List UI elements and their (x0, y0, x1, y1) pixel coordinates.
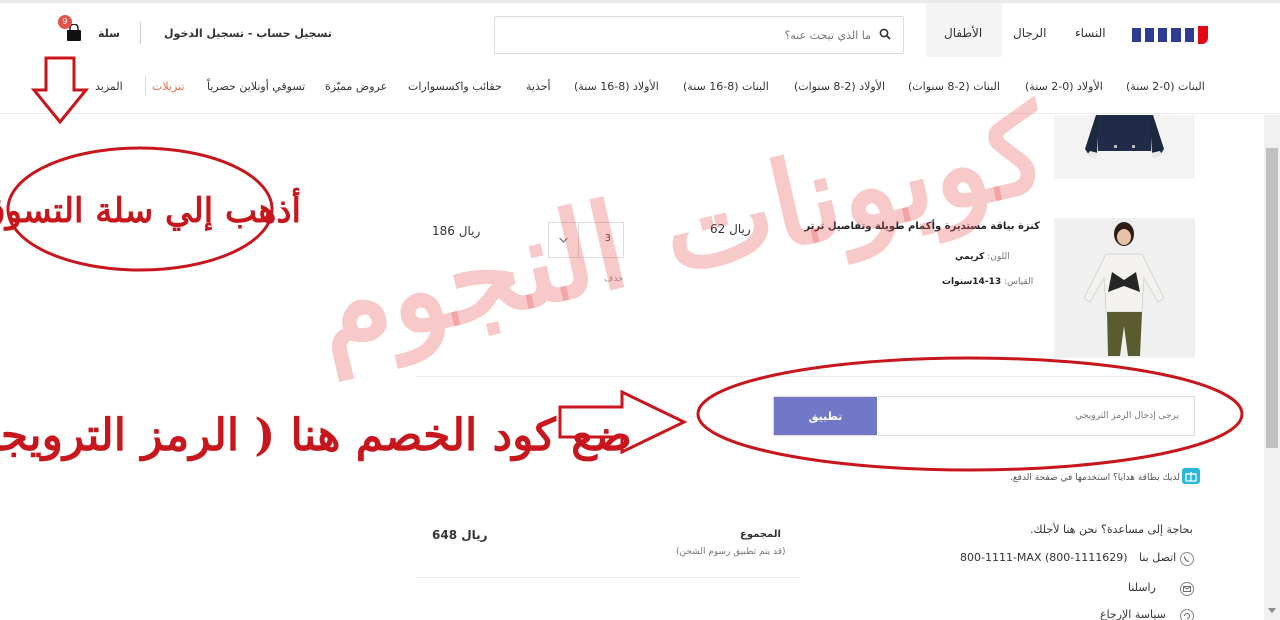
mail-icon (1180, 582, 1194, 596)
gift-card-note: لديك بطاقة هدايا؟ استخدمها في صفحة الدفع… (1009, 473, 1180, 483)
total-currency: ريال (461, 528, 488, 542)
max-logo[interactable] (1128, 20, 1212, 50)
category-girls-2-8[interactable]: البنات (2-8 سنوات) (908, 80, 1000, 93)
cart-label[interactable]: سلة (98, 27, 120, 40)
row-divider (416, 376, 1194, 377)
product-image-sweater[interactable] (1054, 218, 1195, 358)
nav-men[interactable]: الرجال (1013, 26, 1046, 40)
cart-instruction-ellipse (6, 146, 274, 272)
search-input[interactable] (495, 17, 877, 53)
put-code-instruction: ضع كود الخصم هنا ( الرمز الترويجي ) (0, 410, 632, 462)
line-total-value: 186 (432, 224, 455, 238)
size-value: 13-14سنوات (942, 277, 1002, 287)
help-title: بحاجة إلى مساعدة؟ نحن هنا لأجلك. (1030, 523, 1193, 536)
total-label: المجموع (740, 529, 781, 540)
shipping-note: (قد يتم تطبيق رسوم الشحن) (676, 547, 786, 557)
gift-icon (1182, 468, 1200, 484)
scroll-down-arrow-icon[interactable] (1266, 604, 1278, 616)
product-image-jacket[interactable] (1054, 115, 1195, 179)
phone-number[interactable]: 800-1111-MAX (800-1111629) (960, 551, 1128, 564)
cart-count-badge: 9 (58, 15, 72, 29)
quantity-value: 3 (604, 233, 611, 244)
category-boys-2-8[interactable]: الأولاد (2-8 سنوات) (794, 80, 885, 93)
right-arrow-to-promo (558, 389, 688, 455)
search-box[interactable] (494, 16, 904, 54)
category-girls-8-16[interactable]: البنات (8-16 سنة) (683, 80, 769, 93)
search-icon[interactable] (879, 28, 891, 40)
header-divider (140, 22, 141, 44)
category-divider (145, 76, 146, 96)
login-register-link[interactable]: تسجيل حساب - تسجيل الدخول (164, 27, 332, 40)
line-total: ريال 186 (418, 224, 480, 238)
girl-model-image (1083, 222, 1165, 356)
apply-promo-button[interactable]: تطبيق (774, 397, 877, 435)
category-boys-8-16[interactable]: الأولاد (8-16 سنة) (574, 80, 659, 93)
category-shoes[interactable]: أحذية (526, 80, 551, 93)
category-special-offers[interactable]: عروض مميّزة (325, 80, 387, 93)
unit-price-value: 62 (710, 222, 726, 236)
call-us-label[interactable]: اتصل بنا (1139, 551, 1176, 564)
delete-item-link[interactable]: حذف (604, 274, 624, 284)
scrollbar-thumb[interactable] (1266, 148, 1278, 448)
product-color: اللون: كريمي (955, 252, 1010, 262)
go-to-cart-instruction: أذهب إلي سلة التسوق (0, 188, 301, 231)
chevron-down-icon[interactable] (549, 223, 579, 257)
category-bags-accessories[interactable]: حقائب واكسسوارات (408, 80, 502, 93)
jacket-image (1085, 115, 1164, 159)
totals-divider (416, 577, 800, 578)
return-icon (1180, 609, 1194, 620)
returns-policy-link[interactable]: سياسة الإرجاع (1100, 608, 1166, 620)
category-online-exclusive[interactable]: تسوقي أونلاين حصرياً (207, 80, 305, 93)
unit-price-currency: ريال (729, 222, 751, 236)
line-total-currency: ريال (458, 224, 481, 238)
category-girls-0-2[interactable]: البنات (0-2 سنة) (1126, 80, 1205, 93)
product-size: القياس: 13-14سنوات (942, 277, 1033, 287)
nav-women[interactable]: النساء (1075, 26, 1106, 40)
category-more[interactable]: المزيد (95, 80, 123, 93)
total-value: 648 (432, 528, 458, 542)
logo-mark (1132, 26, 1208, 44)
top-border (0, 0, 1280, 3)
size-label: القياس: (1003, 277, 1034, 287)
promo-code-input[interactable] (877, 397, 1193, 435)
total-amount: ريال 648 (418, 528, 488, 542)
quantity-select[interactable]: 3 (548, 222, 624, 258)
call-us-row[interactable]: 800-1111-MAX (800-1111629) اتصل بنا (960, 551, 1176, 564)
product-name[interactable]: كنزة بياقة مستديرة وأكمام طويلة وتفاصيل … (804, 221, 1040, 232)
message-us-link[interactable]: راسلنا (1128, 581, 1156, 594)
category-boys-0-2[interactable]: الأولاد (0-2 سنة) (1025, 80, 1103, 93)
nav-kids[interactable]: الأطفال (944, 26, 982, 40)
color-value: كريمي (955, 252, 985, 262)
phone-icon (1180, 552, 1194, 566)
category-sale[interactable]: تنزيلات (152, 80, 184, 93)
promo-code-form: تطبيق (773, 396, 1195, 436)
color-label: اللون: (987, 252, 1010, 262)
unit-price: ريال 62 (700, 222, 751, 236)
